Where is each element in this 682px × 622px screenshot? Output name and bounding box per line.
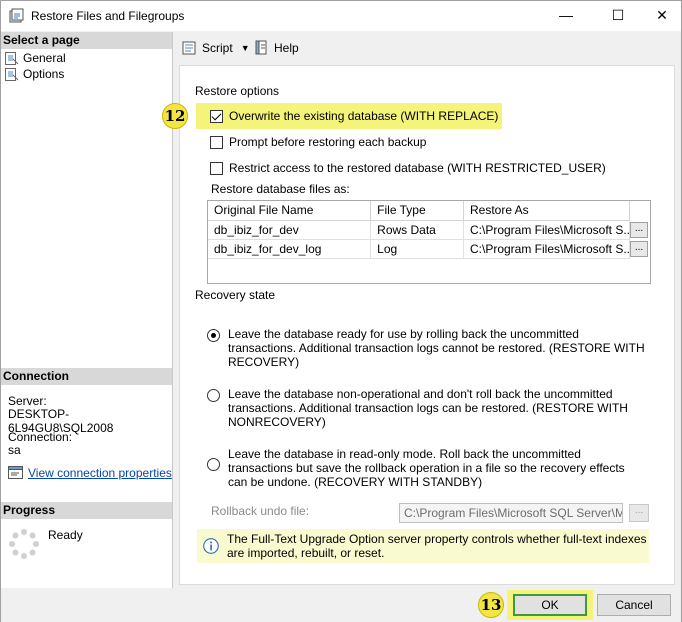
rollback-undo-file-input[interactable]: C:\Program Files\Microsoft SQL Server\MS… [399,503,623,523]
recovery-radio-2[interactable] [207,389,220,402]
table-row[interactable]: db_ibiz_for_dev Rows Data C:\Program Fil… [208,220,631,240]
rollback-browse-button[interactable]: ... [629,504,649,522]
restrict-checkbox-row[interactable]: Restrict access to the restored database… [210,161,606,175]
rollback-undo-label: Rollback undo file: [211,504,310,518]
connection-label: Connection: [8,430,73,444]
step-13-badge: 13 [478,592,504,618]
page-item-general[interactable]: General [5,50,66,66]
help-label: Help [274,41,299,55]
overwrite-label: Overwrite the existing database (WITH RE… [229,109,499,123]
restrict-checkbox[interactable] [210,161,223,175]
files-table: Original File Name File Type Restore As … [208,201,631,259]
script-label: Script [202,41,233,55]
help-icon [255,40,267,55]
progress-status: Ready [48,528,83,542]
ok-button[interactable]: OK [513,594,587,616]
recovery-state-label: Recovery state [195,288,276,302]
toolbar: Script ▼ Help [174,32,681,64]
page-label-options: Options [23,67,65,81]
step-12-badge: 12 [162,103,188,129]
restore-files-as-label: Restore database files as: [211,182,350,196]
minimize-button[interactable]: — [543,1,589,31]
col-original-file-name[interactable]: Original File Name [208,201,372,221]
view-connection-link[interactable]: View connection properties [28,466,172,480]
cell-restore-as[interactable]: C:\Program Files\Microsoft S... [463,239,631,259]
server-label: Server: [8,394,47,408]
cell-original-file-name: db_ibiz_for_dev_log [208,239,372,259]
browse-button-row2[interactable]: ... [630,241,648,257]
view-connection-properties[interactable]: View connection properties [8,466,172,480]
select-page-header: Select a page [1,32,172,49]
page-item-options[interactable]: Options [5,66,64,82]
left-panel: Select a page General Options Connection… [1,32,173,588]
title-bar: Restore Files and Filegroups — ☐ ✕ [1,1,681,31]
restore-options-label: Restore options [195,84,280,98]
window-title: Restore Files and Filegroups [31,9,185,23]
files-grid: Original File Name File Type Restore As … [207,200,651,284]
recovery-radio-1[interactable] [207,329,220,342]
recovery-option-2[interactable]: Leave the database non-operational and d… [207,387,647,429]
cell-restore-as[interactable]: C:\Program Files\Microsoft S... [463,220,631,240]
prompt-checkbox-row[interactable]: Prompt before restoring each backup [210,135,426,149]
restrict-label: Restrict access to the restored database… [229,161,606,175]
prompt-checkbox[interactable] [210,135,223,149]
connection-value: sa [8,443,21,457]
page-label-general: General [23,51,66,65]
col-file-type[interactable]: File Type [370,201,464,221]
recovery-option-3-text: Leave the database in read-only mode. Ro… [228,447,625,489]
script-icon [182,41,196,55]
overwrite-checkbox[interactable] [210,109,223,123]
connection-header: Connection [1,368,172,385]
overwrite-checkbox-row[interactable]: Overwrite the existing database (WITH RE… [210,109,498,123]
restore-dialog: Restore Files and Filegroups — ☐ ✕ Selec… [0,0,682,622]
recovery-option-3[interactable]: Leave the database in read-only mode. Ro… [207,447,647,489]
recovery-option-2-text: Leave the database non-operational and d… [228,387,628,429]
chevron-down-icon[interactable]: ▼ [241,43,250,53]
cell-file-type: Log [370,239,464,259]
progress-spinner-icon [9,529,39,559]
col-restore-as[interactable]: Restore As [463,201,631,221]
info-box: The Full-Text Upgrade Option server prop… [197,529,649,563]
prompt-label: Prompt before restoring each backup [229,135,427,149]
info-icon [203,538,219,554]
help-button[interactable]: Help [254,40,299,56]
cancel-button[interactable]: Cancel [597,594,671,616]
script-button[interactable]: Script ▼ [182,40,250,56]
info-text: The Full-Text Upgrade Option server prop… [227,532,647,560]
recovery-option-1-text: Leave the database ready for use by roll… [228,327,645,369]
maximize-button[interactable]: ☐ [595,1,641,31]
close-button[interactable]: ✕ [639,1,682,31]
cell-file-type: Rows Data [370,220,464,240]
database-restore-icon [9,8,24,23]
properties-icon [8,466,23,479]
browse-button-row1[interactable]: ... [630,222,648,238]
recovery-radio-3[interactable] [207,458,220,471]
progress-header: Progress [1,502,172,519]
page-icon [5,67,19,81]
page-icon [5,51,19,65]
cell-original-file-name: db_ibiz_for_dev [208,220,372,240]
recovery-option-1[interactable]: Leave the database ready for use by roll… [207,327,647,369]
table-row[interactable]: db_ibiz_for_dev_log Log C:\Program Files… [208,239,631,259]
